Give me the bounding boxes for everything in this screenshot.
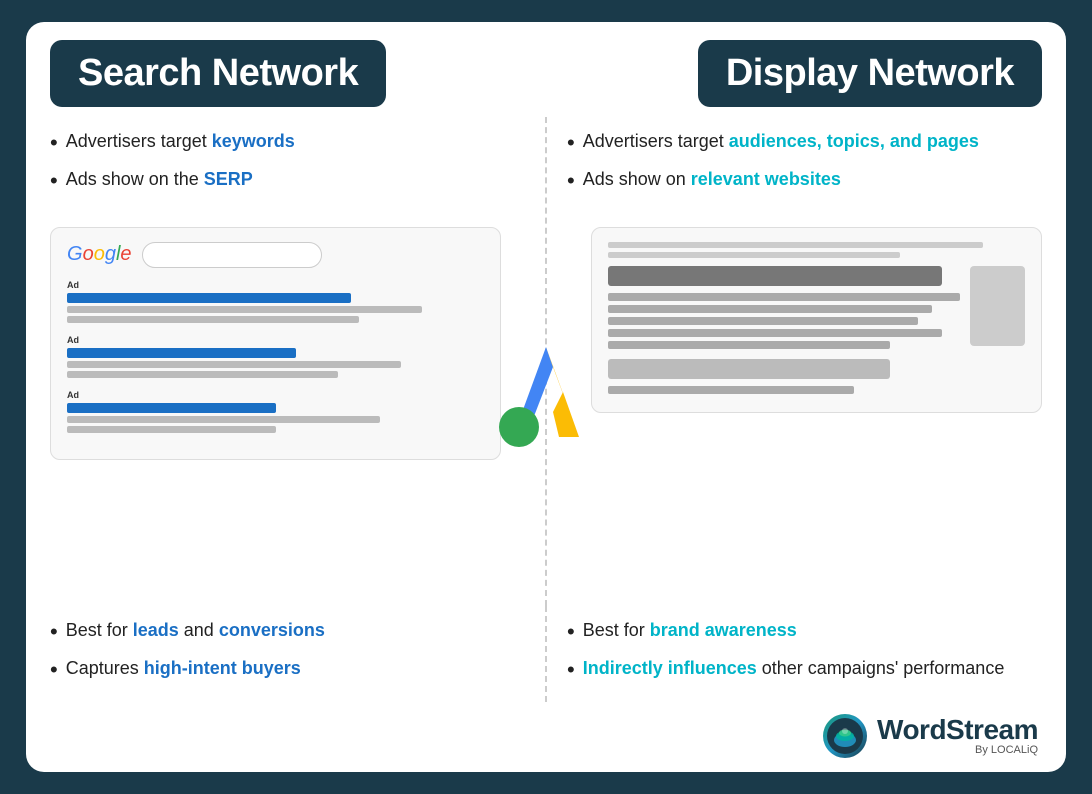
search-bottom-bullet-2: Captures high-intent buyers bbox=[50, 656, 525, 686]
google-search-bar-row: Google bbox=[67, 242, 484, 268]
display-line-2 bbox=[608, 305, 932, 313]
header-row: Search Network Display Network bbox=[26, 22, 1066, 117]
search-bottom-bullets: Best for leads and conversions Captures … bbox=[50, 606, 545, 702]
display-sidebar-ad bbox=[970, 266, 1025, 346]
display-line-3 bbox=[608, 317, 918, 325]
google-ads-logo-area bbox=[491, 332, 601, 462]
ad-bar-gray-2 bbox=[67, 316, 359, 323]
serp-ad-1: Ad bbox=[67, 280, 484, 323]
search-network-header: Search Network bbox=[50, 40, 546, 107]
ad-bar-gray-6 bbox=[67, 426, 276, 433]
wordstream-icon bbox=[823, 714, 867, 758]
ad-bar-gray-1 bbox=[67, 306, 422, 313]
wordstream-logo-svg bbox=[827, 718, 863, 754]
display-bottom-list: Best for brand awareness Indirectly infl… bbox=[567, 618, 1042, 686]
display-bottom-bullet-1: Best for brand awareness bbox=[567, 618, 1042, 648]
search-bullet-1: Advertisers target keywords bbox=[50, 129, 525, 159]
display-bullet-1: Advertisers target audiences, topics, an… bbox=[567, 129, 1042, 159]
serp-highlight: SERP bbox=[204, 169, 253, 189]
display-top-bars bbox=[608, 242, 1025, 258]
google-logo: Google bbox=[67, 243, 132, 266]
display-header-bar bbox=[608, 266, 943, 286]
display-bottom-bullets: Best for brand awareness Indirectly infl… bbox=[545, 606, 1042, 702]
serp-mockup: Google Ad Ad Ad bbox=[50, 227, 501, 460]
google-ads-logo-svg bbox=[491, 332, 601, 462]
display-network-column: Advertisers target audiences, topics, an… bbox=[545, 117, 1042, 606]
leads-highlight: leads bbox=[133, 620, 179, 640]
display-bullet-2: Ads show on relevant websites bbox=[567, 167, 1042, 197]
search-network-column: Advertisers target keywords Ads show on … bbox=[50, 117, 545, 606]
display-network-header: Display Network bbox=[546, 40, 1042, 107]
keyword-highlight: keywords bbox=[212, 131, 295, 151]
ad-bar-blue-2 bbox=[67, 348, 296, 358]
display-mockup bbox=[591, 227, 1042, 413]
brand-area: WordStream By LOCALiQ bbox=[823, 714, 1038, 758]
ad-bar-gray-3 bbox=[67, 361, 401, 368]
search-bullet-2: Ads show on the SERP bbox=[50, 167, 525, 197]
serp-ad-2: Ad bbox=[67, 335, 484, 378]
ad-bar-blue-3 bbox=[67, 403, 276, 413]
search-bottom-bullet-1: Best for leads and conversions bbox=[50, 618, 525, 648]
serp-ad-3: Ad bbox=[67, 390, 484, 433]
display-bottom-bullet-2: Indirectly influences other campaigns' p… bbox=[567, 656, 1042, 686]
search-network-bullets: Advertisers target keywords Ads show on … bbox=[50, 129, 525, 205]
wordstream-text-block: WordStream By LOCALiQ bbox=[877, 716, 1038, 756]
display-network-label: Display Network bbox=[726, 52, 1014, 94]
display-header-line-1 bbox=[608, 242, 984, 248]
display-network-badge: Display Network bbox=[698, 40, 1042, 107]
display-network-bullets: Advertisers target audiences, topics, an… bbox=[567, 129, 1042, 205]
relevant-websites-highlight: relevant websites bbox=[691, 169, 841, 189]
display-ad-banner bbox=[608, 359, 890, 379]
ad-bar-gray-4 bbox=[67, 371, 338, 378]
serp-search-bar bbox=[142, 242, 322, 268]
search-bottom-list: Best for leads and conversions Captures … bbox=[50, 618, 525, 686]
ad-label-3: Ad bbox=[67, 390, 484, 400]
display-content-area bbox=[608, 266, 1025, 398]
footer: WordStream By LOCALiQ bbox=[26, 710, 1066, 772]
display-line-4 bbox=[608, 329, 943, 337]
localiq-label: By LOCALiQ bbox=[975, 744, 1038, 756]
high-intent-highlight: high-intent buyers bbox=[144, 658, 301, 678]
ad-label-1: Ad bbox=[67, 280, 484, 290]
wordstream-brand-name: WordStream bbox=[877, 716, 1038, 744]
display-line-5 bbox=[608, 341, 890, 349]
conversions-highlight: conversions bbox=[219, 620, 325, 640]
main-card: Search Network Display Network Advertise… bbox=[26, 22, 1066, 772]
display-header-line-2 bbox=[608, 252, 900, 258]
display-line-6 bbox=[608, 386, 855, 394]
brand-awareness-highlight: brand awareness bbox=[650, 620, 797, 640]
search-network-badge: Search Network bbox=[50, 40, 386, 107]
indirectly-highlight: Indirectly influences bbox=[583, 658, 757, 678]
display-main-content bbox=[608, 266, 960, 398]
ad-label-2: Ad bbox=[67, 335, 484, 345]
ad-bar-blue-1 bbox=[67, 293, 351, 303]
audiences-highlight: audiences, topics, and pages bbox=[729, 131, 979, 151]
display-line-1 bbox=[608, 293, 960, 301]
ad-bar-gray-5 bbox=[67, 416, 380, 423]
search-network-label: Search Network bbox=[78, 52, 358, 94]
bottom-bullets-row: Best for leads and conversions Captures … bbox=[26, 606, 1066, 702]
